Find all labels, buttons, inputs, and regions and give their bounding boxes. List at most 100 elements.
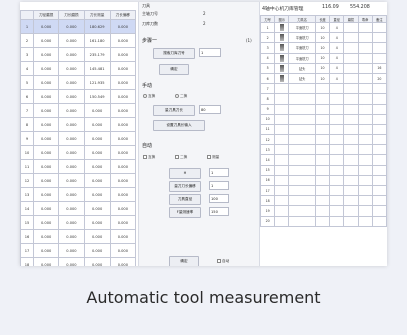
table-row[interactable]: 3 0.000 0.000 235.179 0.000 bbox=[20, 47, 137, 62]
table-cell bbox=[288, 83, 316, 95]
table-cell: 0.000 bbox=[109, 201, 137, 216]
table-cell bbox=[357, 21, 373, 34]
feed-rate-button[interactable]: F量测速率 bbox=[169, 207, 201, 218]
table-row[interactable]: 4 平面铣刀 10 4 bbox=[259, 52, 387, 64]
table-cell bbox=[343, 184, 359, 197]
radius-input[interactable]: 100 bbox=[209, 194, 229, 203]
table-row[interactable]: 3 平面铣刀 10 4 bbox=[259, 42, 387, 54]
tool-image-cell bbox=[274, 52, 290, 64]
table-row[interactable]: 10 0.000 0.000 0.000 0.000 bbox=[20, 145, 137, 160]
table-row[interactable]: 10 bbox=[259, 113, 387, 125]
table-row[interactable]: 8 bbox=[259, 93, 387, 105]
table-row[interactable]: 6 0.000 0.000 150.549 0.000 bbox=[20, 89, 137, 104]
table-row[interactable]: 15 0.000 0.000 0.000 0.000 bbox=[20, 215, 137, 230]
table-cell bbox=[343, 113, 359, 125]
table-row[interactable]: 17 0.000 0.000 0.000 0.000 bbox=[20, 243, 137, 258]
table-row[interactable]: 20 bbox=[259, 215, 387, 227]
tool-image-cell bbox=[274, 195, 290, 207]
table-cell bbox=[343, 123, 359, 136]
table-header-row: 刀号 图示 刀具名 长度 直径 磨损 寿命 备注 bbox=[259, 15, 387, 23]
table-row[interactable]: 7 0.000 0.000 0.000 0.000 bbox=[20, 103, 137, 118]
len-offset-button[interactable]: 量刀刀长偏移 bbox=[169, 181, 201, 192]
table-row[interactable]: 2 0.000 0.000 161.180 0.000 bbox=[20, 33, 137, 48]
radio-manual-a[interactable]: 互换 bbox=[143, 94, 155, 99]
tool-image-cell bbox=[274, 205, 290, 217]
table-row[interactable]: 4 0.000 0.000 145.481 0.000 bbox=[20, 61, 137, 76]
table-row[interactable]: 16 bbox=[259, 174, 387, 187]
manual-measure-input[interactable]: 80 bbox=[199, 105, 221, 114]
table-cell bbox=[357, 72, 373, 85]
check-auto-b[interactable]: 二换 bbox=[175, 155, 187, 160]
table-row[interactable]: 18 bbox=[259, 195, 387, 207]
radius-button[interactable]: 刀具直径 bbox=[169, 194, 201, 205]
table-cell bbox=[343, 205, 359, 217]
table-row[interactable]: 5 0.000 0.000 121.935 0.000 bbox=[20, 75, 137, 90]
manual-measure-button[interactable]: 量刀具刀长 bbox=[153, 105, 195, 116]
table-row[interactable]: 17 bbox=[259, 184, 387, 197]
table-row[interactable]: 18 0.000 0.000 0.000 0.000 bbox=[20, 257, 137, 266]
len-offset-input[interactable]: 1 bbox=[209, 181, 229, 190]
table-cell: 0.000 bbox=[58, 243, 85, 258]
table-cell bbox=[371, 205, 387, 217]
table-cell: 11 bbox=[20, 159, 34, 174]
table-row[interactable]: 14 0.000 0.000 0.000 0.000 bbox=[20, 201, 137, 216]
table-cell bbox=[357, 52, 373, 64]
table-cell: 161.180 bbox=[83, 33, 111, 48]
table-row[interactable]: 8 0.000 0.000 0.000 0.000 bbox=[20, 117, 137, 132]
step-number: (1) bbox=[246, 38, 252, 43]
table-cell bbox=[371, 134, 387, 146]
check-auto-b-label: 二换 bbox=[180, 155, 188, 159]
table-cell bbox=[314, 134, 331, 146]
table-row[interactable]: 9 0.000 0.000 0.000 0.000 bbox=[20, 131, 137, 146]
bottom-confirm-button[interactable]: 确定 bbox=[169, 256, 199, 266]
bottom-auto-check[interactable]: 自动 bbox=[217, 259, 229, 264]
table-row[interactable]: 11 bbox=[259, 123, 387, 136]
check-auto-a[interactable]: 互换 bbox=[143, 155, 155, 160]
table-row[interactable]: 11 0.000 0.000 0.000 0.000 bbox=[20, 159, 137, 174]
table-cell bbox=[343, 93, 359, 105]
table-row[interactable]: 6 钻头 10 4 20 bbox=[259, 72, 387, 85]
table-cell: 150.549 bbox=[83, 89, 111, 104]
tool-image-cell bbox=[274, 21, 290, 34]
search-tool-input[interactable]: 1 bbox=[199, 48, 221, 57]
table-row[interactable]: 2 平面铣刀 10 4 bbox=[259, 32, 387, 44]
manual-insert-button[interactable]: 设置刀具长输入 bbox=[153, 120, 205, 131]
radio-manual-b-label: 二换 bbox=[180, 94, 188, 98]
table-cell bbox=[371, 144, 387, 156]
table-cell: 0.000 bbox=[83, 243, 111, 258]
feed-rate-input[interactable]: 150 bbox=[209, 207, 229, 216]
table-row[interactable]: 12 0.000 0.000 0.000 0.000 bbox=[20, 173, 137, 188]
table-row[interactable]: 7 bbox=[259, 83, 387, 95]
h-field-input[interactable]: 1 bbox=[209, 168, 229, 177]
table-row[interactable]: 9 bbox=[259, 103, 387, 115]
confirm-button[interactable]: 确定 bbox=[159, 64, 189, 75]
search-tool-button[interactable]: 搜索刀库刀号 bbox=[153, 48, 195, 59]
tool-image bbox=[279, 24, 284, 32]
table-row[interactable]: 1 0.000 0.000 180.629 0.000 bbox=[20, 19, 137, 34]
table-cell: 4 bbox=[329, 62, 345, 74]
h-field-label[interactable]: H bbox=[169, 168, 201, 179]
table-cell bbox=[343, 83, 359, 95]
check-auto-c[interactable]: 测量 bbox=[207, 155, 219, 160]
column-header: 刀长磨损 bbox=[58, 10, 85, 20]
table-row[interactable]: 15 bbox=[259, 164, 387, 176]
table-row[interactable]: 13 bbox=[259, 144, 387, 156]
table-cell: 5 bbox=[259, 62, 276, 74]
table-cell bbox=[357, 123, 373, 136]
table-cell: 16 bbox=[371, 62, 387, 74]
table-cell bbox=[343, 195, 359, 207]
table-cell: 0.000 bbox=[109, 75, 137, 90]
radio-manual-b[interactable]: 二换 bbox=[175, 94, 187, 99]
table-cell: 145.481 bbox=[83, 61, 111, 76]
table-row[interactable]: 1 平面铣刀 10 4 bbox=[259, 21, 387, 34]
table-row[interactable]: 12 bbox=[259, 134, 387, 146]
table-row[interactable]: 14 bbox=[259, 154, 387, 166]
table-row[interactable]: 13 0.000 0.000 0.000 0.000 bbox=[20, 187, 137, 202]
table-cell bbox=[288, 164, 316, 176]
table-cell: 0.000 bbox=[83, 201, 111, 216]
table-row[interactable]: 19 bbox=[259, 205, 387, 217]
table-cell: 4 bbox=[329, 21, 345, 34]
table-row[interactable]: 5 钻头 10 4 16 bbox=[259, 62, 387, 74]
table-cell bbox=[288, 205, 316, 217]
table-row[interactable]: 16 0.000 0.000 0.000 0.000 bbox=[20, 229, 137, 244]
